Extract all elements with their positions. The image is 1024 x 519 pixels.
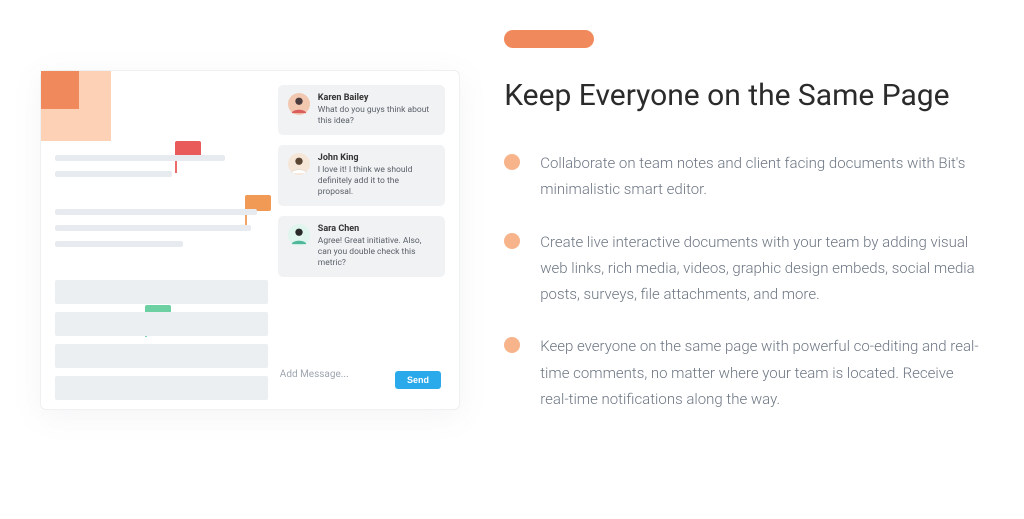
- comment-item: John King I love it! I think we should d…: [278, 145, 445, 206]
- comment-item: Sara Chen Agree! Great initiative. Also,…: [278, 216, 445, 277]
- page-title: Keep Everyone on the Same Page: [504, 76, 984, 115]
- comment-text: What do you guys think about this idea?: [318, 105, 435, 127]
- comment-text: I love it! I think we should definitely …: [318, 165, 435, 198]
- list-item: Keep everyone on the same page with powe…: [504, 333, 984, 412]
- document-text-lines: [55, 155, 268, 257]
- avatar: [288, 93, 310, 115]
- document-canvas: [55, 85, 268, 395]
- comment-item: Karen Bailey What do you guys think abou…: [278, 85, 445, 135]
- list-item: Create live interactive documents with y…: [504, 229, 984, 308]
- comment-author: John King: [318, 153, 435, 163]
- avatar: [288, 224, 310, 246]
- feature-text: Create live interactive documents with y…: [540, 229, 984, 308]
- list-item: Collaborate on team notes and client fac…: [504, 150, 984, 203]
- collab-app-mock: Karen Bailey What do you guys think abou…: [40, 70, 460, 410]
- feature-text: Collaborate on team notes and client fac…: [540, 150, 984, 203]
- bullet-icon: [504, 337, 520, 353]
- feature-list: Collaborate on team notes and client fac…: [504, 150, 984, 412]
- send-button[interactable]: Send: [395, 371, 441, 389]
- document-content-blocks: [55, 280, 268, 408]
- comments-panel: Karen Bailey What do you guys think abou…: [278, 85, 445, 395]
- bullet-icon: [504, 154, 520, 170]
- compose-area: Add Message... Send: [278, 365, 445, 395]
- accent-bar: [504, 30, 594, 48]
- decorative-square: [41, 71, 111, 141]
- avatar: [288, 153, 310, 175]
- comment-author: Sara Chen: [318, 224, 435, 234]
- bullet-icon: [504, 233, 520, 249]
- comment-author: Karen Bailey: [318, 93, 435, 103]
- feature-text: Keep everyone on the same page with powe…: [540, 333, 984, 412]
- comment-text: Agree! Great initiative. Also, can you d…: [318, 236, 435, 269]
